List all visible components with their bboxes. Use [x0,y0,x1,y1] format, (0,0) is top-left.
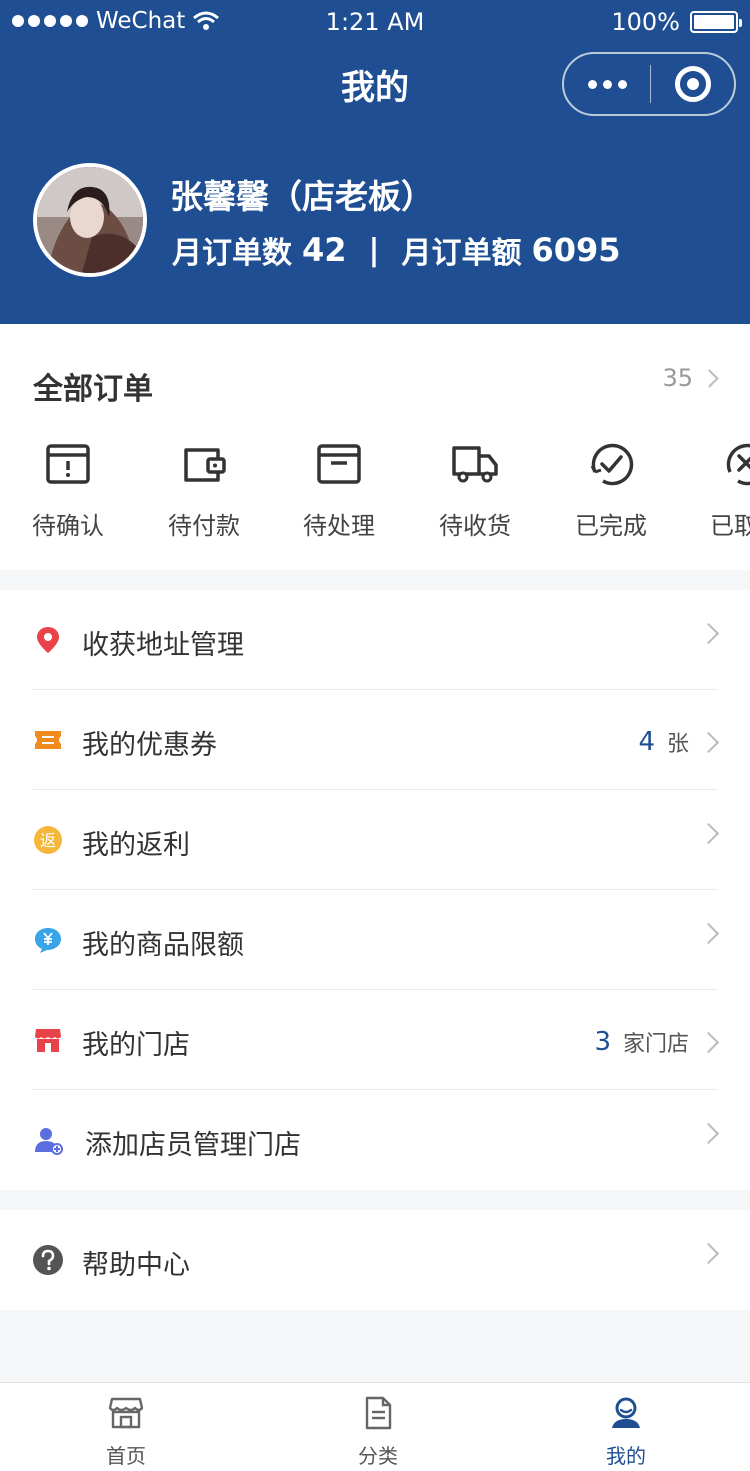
chevron-right-icon [697,1242,720,1265]
question-circle-icon [33,1245,63,1275]
close-miniprogram-button[interactable] [651,54,734,114]
menu-list: 收获地址管理 我的优惠券 4 张 返 我的返利 我的商品限额 我的门店 3 家门… [0,590,750,1190]
menu-item-label: 帮助中心 [82,1250,190,1281]
all-orders-link[interactable]: 35 [662,364,719,392]
tab-label: 分类 [358,1444,398,1468]
rebate-icon-text: 返 [40,831,56,850]
menu-item-label: 添加店员管理门店 [85,1130,301,1161]
store-icon [35,1029,61,1052]
coupon-count: 4 [638,727,655,757]
truck-icon [452,446,498,483]
menu-item-right: 4 张 [638,726,720,758]
monthly-amount-label: 月订单额 [401,236,522,271]
add-user-icon [35,1128,63,1155]
order-status-shipping[interactable]: 待收货 [415,442,535,541]
order-status-label: 待付款 [168,512,240,540]
tab-label: 我的 [606,1444,646,1468]
avatar-photo [37,167,143,273]
stats-separator: | [368,232,380,268]
menu-item-right: 3 家门店 [594,1026,720,1058]
menu-item-add-staff[interactable]: 添加店员管理门店 [0,1090,750,1190]
menu-item-label: 我的门店 [82,1030,190,1061]
chevron-right-icon [697,822,720,845]
monthly-orders-value: 42 [302,231,347,269]
menu-item-stores[interactable]: 我的门店 3 家门店 [0,990,750,1090]
order-status-label: 待收货 [439,512,511,540]
menu-item-label: 我的优惠券 [82,730,217,761]
avatar[interactable] [33,163,147,277]
order-status-completed[interactable]: 已完成 [551,442,671,541]
menu-item-right [697,822,720,845]
menu-item-label: 收获地址管理 [82,630,244,661]
order-status-label: 已完成 [575,512,647,540]
rebate-icon: 返 [34,826,62,854]
order-status-cancelled[interactable]: 已取消 [686,442,750,541]
wallet-icon [184,448,226,482]
menu-item-coupons[interactable]: 我的优惠券 4 张 [0,690,750,790]
chevron-right-icon [697,731,720,753]
check-circle-icon [590,443,634,486]
menu-item-help[interactable]: 帮助中心 [0,1210,750,1310]
menu-item-label: 我的返利 [82,830,190,861]
tab-category[interactable]: 分类 [318,1395,438,1469]
document-icon [365,1396,392,1430]
all-orders-title[interactable]: 全部订单 [33,364,153,408]
menu-item-label: 我的商品限额 [82,930,244,961]
order-status-label: 已取消 [710,512,750,540]
location-pin-icon [37,627,59,653]
more-button[interactable] [564,54,650,114]
menu-item-right [697,1122,720,1145]
monthly-orders-label: 月订单数 [172,236,292,271]
coupon-unit: 张 [666,732,689,757]
store-count: 3 [594,1027,611,1057]
battery-icon [690,11,742,33]
tab-bar: 首页 分类 我的 [0,1382,750,1471]
status-bar: WeChat 1:21 AM 100% [0,0,750,46]
tab-label: 首页 [106,1444,146,1468]
shop-icon [108,1397,144,1429]
miniprogram-capsule [562,52,736,116]
status-right: 100% [611,8,742,36]
menu-item-right [697,622,720,645]
target-circle-icon [674,66,711,102]
help-group: 帮助中心 [0,1210,750,1310]
user-name: 张馨馨（店老板） [170,177,434,216]
menu-item-rebate[interactable]: 返 我的返利 [0,790,750,890]
order-status-pending-confirm[interactable]: 待确认 [8,442,128,541]
menu-item-product-limit[interactable]: 我的商品限额 [0,890,750,990]
order-status-label: 待处理 [303,512,375,540]
archive-box-icon [317,444,361,484]
chevron-right-icon [700,368,719,388]
orders-section: 全部订单 35 待确认 待付款 待处理 待收货 已完成 已取 [0,324,750,570]
pending-confirm-icon [46,444,90,484]
order-status-processing[interactable]: 待处理 [279,442,399,541]
store-unit: 家门店 [622,1032,689,1057]
user-icon [612,1397,640,1428]
menu-item-right [697,922,720,945]
yuan-chat-icon [35,928,61,953]
orders-count: 35 [662,364,693,392]
chevron-right-icon [697,1031,720,1053]
order-status-label: 待确认 [32,512,104,540]
profile-header: WeChat 1:21 AM 100% 我的 张馨馨（店老板） 月订单数 42 … [0,0,750,324]
tab-mine[interactable]: 我的 [566,1395,686,1469]
menu-item-address[interactable]: 收获地址管理 [0,590,750,690]
battery-percent: 100% [611,8,680,36]
chevron-right-icon [697,922,720,945]
chevron-right-icon [697,1122,720,1145]
user-stats: 月订单数 42 | 月订单额 6095 [172,228,621,272]
order-status-pending-payment[interactable]: 待付款 [144,442,264,541]
monthly-amount-value: 6095 [531,231,621,269]
cancel-circle-icon [726,443,750,486]
coupon-icon [35,731,61,749]
menu-item-right [697,1242,720,1265]
tab-home[interactable]: 首页 [66,1395,186,1469]
chevron-right-icon [697,622,720,645]
